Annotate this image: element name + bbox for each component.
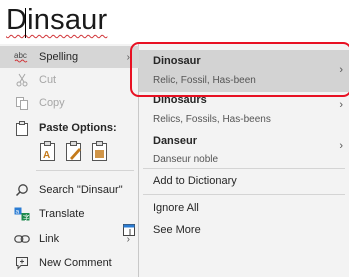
ignore-all-label: Ignore All	[153, 202, 199, 214]
paste-options-label: Paste Options:	[39, 122, 117, 134]
cut-label: Cut	[39, 74, 57, 86]
menu-item-link[interactable]: Link ›	[0, 228, 139, 250]
suggestion-item[interactable]: Dinosaurs Relics, Fossils, Has-beens ›	[139, 92, 349, 132]
clipboard-icon	[14, 120, 30, 136]
suggestion-word: Danseur	[153, 135, 198, 147]
highlight-box	[130, 42, 349, 97]
chevron-right-icon[interactable]: ›	[339, 140, 343, 152]
scissors-icon	[14, 72, 30, 88]
add-to-dictionary-label: Add to Dictionary	[153, 175, 237, 187]
menu-item-new-comment[interactable]: New Comment	[0, 252, 139, 274]
menu-item-cut[interactable]: Cut	[0, 69, 139, 91]
misspelled-word[interactable]: Dinsaur	[6, 4, 107, 37]
spelling-icon: abc	[14, 49, 30, 65]
svg-text:abc: abc	[14, 51, 27, 60]
svg-text:A: A	[43, 150, 50, 161]
menu-item-search[interactable]: Search "Dinsaur"	[0, 179, 139, 201]
paste-merge-formatting-icon[interactable]	[64, 140, 84, 162]
suggestion-synonyms: Danseur noble	[153, 154, 219, 165]
paste-options-row: A	[38, 140, 110, 162]
see-more-icon	[123, 224, 135, 239]
chevron-right-icon[interactable]: ›	[339, 99, 343, 111]
copy-icon	[14, 95, 30, 111]
submenu-divider	[143, 168, 345, 169]
text-cursor	[25, 8, 26, 38]
search-icon	[14, 182, 30, 198]
menu-item-copy[interactable]: Copy	[0, 92, 139, 114]
link-icon	[14, 231, 30, 247]
svg-text:字: 字	[23, 213, 30, 222]
new-comment-label: New Comment	[39, 257, 112, 269]
spelling-label: Spelling	[39, 51, 79, 63]
see-more-label: See More	[153, 224, 201, 236]
add-to-dictionary-item[interactable]: Add to Dictionary	[139, 171, 349, 193]
suggestion-item[interactable]: Danseur Danseur noble ›	[139, 132, 349, 170]
svg-text:a: a	[16, 209, 20, 216]
context-menu: abc Spelling › Cut Copy Paste Options: A	[0, 44, 139, 277]
menu-item-paste-options: Paste Options:	[0, 117, 139, 139]
paste-keep-formatting-icon[interactable]: A	[38, 140, 58, 162]
link-label: Link	[39, 233, 60, 245]
translate-icon: a字	[14, 206, 30, 222]
submenu-divider	[143, 194, 345, 195]
ignore-all-item[interactable]: Ignore All	[139, 198, 349, 220]
translate-label: Translate	[39, 208, 85, 220]
menu-item-translate[interactable]: a字 Translate	[0, 203, 139, 225]
see-more-item[interactable]: See More	[123, 220, 349, 242]
menu-divider	[36, 170, 134, 171]
comment-icon	[14, 255, 30, 271]
copy-label: Copy	[39, 97, 65, 109]
menu-item-spelling[interactable]: abc Spelling ›	[0, 46, 139, 68]
suggestion-synonyms: Relics, Fossils, Has-beens	[153, 114, 271, 125]
search-label: Search "Dinsaur"	[39, 184, 123, 196]
paste-text-only-icon[interactable]	[90, 140, 110, 162]
